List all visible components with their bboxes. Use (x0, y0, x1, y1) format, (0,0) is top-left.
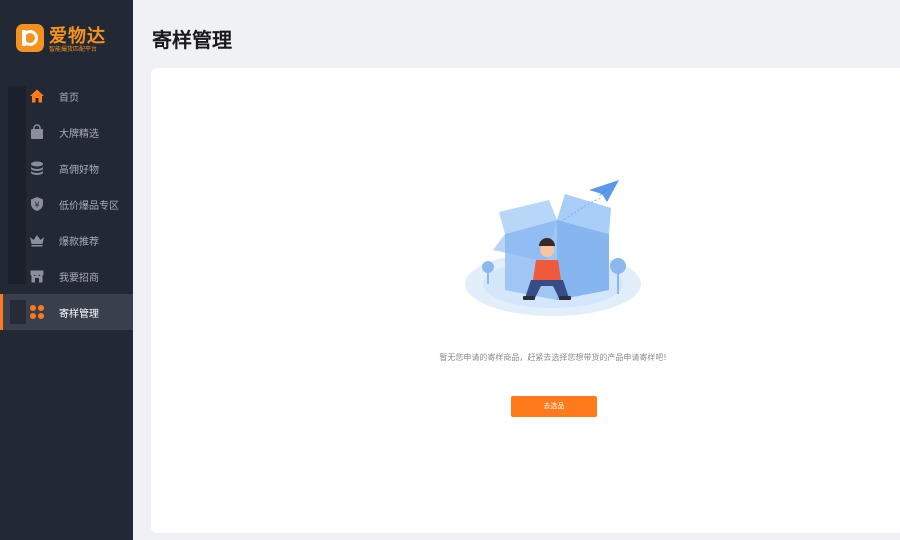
logo-slogan: 智能撮货匹配平台 (49, 46, 98, 53)
sidebar-item-high-commission[interactable]: 高佣好物 (0, 150, 133, 186)
sidebar-item-merchants[interactable]: 我要招商 (0, 258, 133, 294)
empty-state-message: 暂无您申请的寄样商品，赶紧去选择您想带货的产品申请寄样吧! (439, 353, 667, 362)
sidebar-nav: 首页 大牌精选 高佣好物 ¥ 低价爆品专区 爆款推荐 我要招商 寄样管理 (0, 78, 133, 330)
empty-state-illustration (465, 180, 641, 316)
sidebar-item-label: 首页 (59, 93, 79, 104)
sidebar-item-label: 高佣好物 (59, 165, 99, 176)
select-products-button[interactable]: 去选品 (511, 396, 597, 417)
storefront-icon (29, 268, 45, 284)
sidebar-item-label: 寄样管理 (59, 309, 99, 320)
sidebar-item-sample-management[interactable]: 寄样管理 (0, 294, 133, 330)
home-icon (29, 88, 45, 104)
sidebar: 爱物达 智能撮货匹配平台 首页 大牌精选 高佣好物 ¥ 低价爆品专区 爆款推荐 … (0, 0, 133, 540)
sidebar-item-label: 大牌精选 (59, 129, 99, 140)
sidebar-item-home[interactable]: 首页 (0, 78, 133, 114)
brand-logo[interactable]: 爱物达 智能撮货匹配平台 (16, 22, 126, 56)
active-indicator (10, 300, 26, 324)
logo-mark-icon (16, 24, 44, 52)
sidebar-item-low-price[interactable]: ¥ 低价爆品专区 (0, 186, 133, 222)
yuan-shield-icon: ¥ (29, 196, 45, 212)
sidebar-item-label: 爆款推荐 (59, 237, 99, 248)
content-card: 暂无您申请的寄样商品，赶紧去选择您想带货的产品申请寄样吧! 去选品 (151, 68, 900, 533)
sidebar-item-label: 低价爆品专区 (59, 201, 119, 212)
sidebar-item-brands[interactable]: 大牌精选 (0, 114, 133, 150)
svg-text:¥: ¥ (34, 201, 39, 210)
grid-dots-icon (29, 304, 45, 320)
sidebar-item-hot[interactable]: 爆款推荐 (0, 222, 133, 258)
crown-icon (29, 232, 45, 248)
coin-stack-icon (29, 160, 45, 176)
sidebar-item-label: 我要招商 (59, 273, 99, 284)
page-title: 寄样管理 (152, 28, 232, 52)
shopping-bag-icon (29, 124, 45, 140)
